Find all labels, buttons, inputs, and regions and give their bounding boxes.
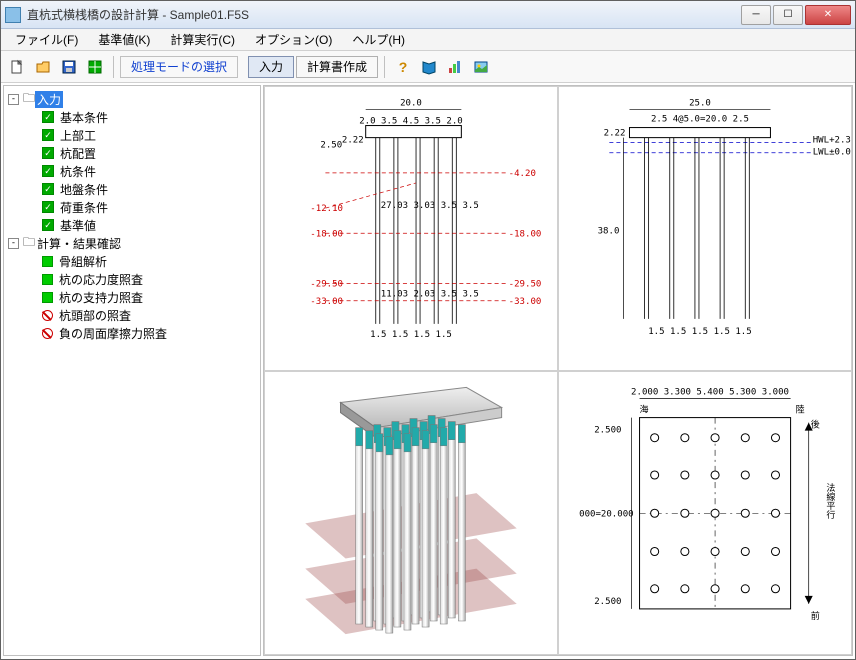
svg-text:2.500: 2.500 bbox=[594, 425, 621, 435]
maximize-button[interactable]: ☐ bbox=[773, 5, 803, 25]
tree-root-result[interactable]: - 🗀 計算・結果確認 bbox=[8, 234, 256, 252]
svg-text:-4.20: -4.20 bbox=[509, 169, 536, 179]
svg-text:海: 海 bbox=[640, 403, 649, 415]
app-icon bbox=[5, 7, 21, 23]
book-icon[interactable] bbox=[417, 55, 441, 79]
window-buttons: ─ ☐ ✕ bbox=[739, 5, 851, 25]
svg-text:2.000 3.300 5.400 5.300 3.00: 2.000 3.300 5.400 5.300 3.000 bbox=[631, 387, 789, 397]
tree-item[interactable]: ✓基本条件 bbox=[8, 108, 256, 126]
menubar: ファイル(F) 基準値(K) 計算実行(C) オプション(O) ヘルプ(H) bbox=[1, 29, 855, 51]
svg-text:1.5 1.5 1.5 1.5 1.5: 1.5 1.5 1.5 1.5 1.5 bbox=[648, 327, 752, 337]
svg-text:-33.00: -33.00 bbox=[310, 297, 343, 307]
tree-item[interactable]: ✓上部工 bbox=[8, 126, 256, 144]
chart-icon[interactable] bbox=[443, 55, 467, 79]
tree-root-input[interactable]: - 🗀 入力 bbox=[8, 90, 256, 108]
status-ok-icon bbox=[42, 292, 53, 303]
status-na-icon bbox=[42, 310, 53, 321]
status-na-icon bbox=[42, 328, 53, 339]
grid-icon[interactable] bbox=[83, 55, 107, 79]
svg-text:2.22: 2.22 bbox=[604, 129, 626, 139]
view-side-elevation[interactable]: 20.0 2.0 3.5 4.5 3.5 2.0 2.50 2.22 bbox=[264, 86, 558, 371]
svg-text:後: 後 bbox=[811, 418, 820, 430]
svg-text:20.0: 20.0 bbox=[400, 98, 422, 108]
check-icon: ✓ bbox=[42, 183, 54, 195]
menu-base[interactable]: 基準値(K) bbox=[90, 29, 158, 50]
collapse-icon[interactable]: - bbox=[8, 94, 19, 105]
svg-text:000=20.000: 000=20.000 bbox=[579, 509, 633, 519]
toolbar: 処理モードの選択 入力 計算書作成 ? bbox=[1, 51, 855, 83]
content-area: - 🗀 入力 ✓基本条件 ✓上部工 ✓杭配置 ✓杭条件 ✓地盤条件 ✓荷重条件 … bbox=[1, 83, 855, 658]
check-icon: ✓ bbox=[42, 147, 54, 159]
view-3d[interactable] bbox=[264, 371, 558, 656]
svg-text:2.22: 2.22 bbox=[342, 136, 364, 146]
menu-option[interactable]: オプション(O) bbox=[247, 29, 340, 50]
status-ok-icon bbox=[42, 274, 53, 285]
report-mode-button[interactable]: 計算書作成 bbox=[296, 56, 378, 78]
tree-item[interactable]: ✓荷重条件 bbox=[8, 198, 256, 216]
tree-item[interactable]: ✓地盤条件 bbox=[8, 180, 256, 198]
svg-text:陸: 陸 bbox=[796, 403, 805, 415]
svg-text:-29.50: -29.50 bbox=[310, 280, 343, 290]
tree-item[interactable]: ✓基準値 bbox=[8, 216, 256, 234]
svg-text:2.0 3.5 4.5 3.5 2.0: 2.0 3.5 4.5 3.5 2.0 bbox=[359, 117, 463, 127]
svg-text:-18.00: -18.00 bbox=[310, 229, 343, 239]
svg-text:38.0: 38.0 bbox=[598, 226, 620, 236]
svg-text:-29.50: -29.50 bbox=[509, 280, 542, 290]
tree-item[interactable]: 骨組解析 bbox=[8, 252, 256, 270]
svg-text:-18.00: -18.00 bbox=[509, 229, 542, 239]
menu-calc[interactable]: 計算実行(C) bbox=[162, 29, 243, 50]
view-grid: 20.0 2.0 3.5 4.5 3.5 2.0 2.50 2.22 bbox=[263, 85, 853, 656]
mode-select-button[interactable]: 処理モードの選択 bbox=[120, 56, 238, 78]
new-file-icon[interactable] bbox=[5, 55, 29, 79]
svg-text:2.500: 2.500 bbox=[594, 596, 621, 606]
tree-item[interactable]: ✓杭条件 bbox=[8, 162, 256, 180]
input-mode-button[interactable]: 入力 bbox=[248, 56, 294, 78]
tree-panel[interactable]: - 🗀 入力 ✓基本条件 ✓上部工 ✓杭配置 ✓杭条件 ✓地盤条件 ✓荷重条件 … bbox=[3, 85, 261, 656]
tree-item[interactable]: 杭頭部の照査 bbox=[8, 306, 256, 324]
svg-text:法線平行: 法線平行 bbox=[824, 482, 836, 520]
svg-text:-33.00: -33.00 bbox=[509, 297, 542, 307]
svg-text:11.03 2.03 3.5 3.5: 11.03 2.03 3.5 3.5 bbox=[381, 290, 479, 300]
help-icon[interactable]: ? bbox=[391, 55, 415, 79]
tree-item[interactable]: 杭の応力度照査 bbox=[8, 270, 256, 288]
check-icon: ✓ bbox=[42, 219, 54, 231]
close-button[interactable]: ✕ bbox=[805, 5, 851, 25]
check-icon: ✓ bbox=[42, 165, 54, 177]
picture-icon[interactable] bbox=[469, 55, 493, 79]
collapse-icon[interactable]: - bbox=[8, 238, 19, 249]
toolbar-separator bbox=[384, 56, 385, 78]
view-plan[interactable]: 2.000 3.300 5.400 5.300 3.000 海 陸 後 bbox=[558, 371, 852, 656]
app-window: 直杭式横桟橋の設計計算 - Sample01.F5S ─ ☐ ✕ ファイル(F)… bbox=[0, 0, 856, 660]
window-title: 直杭式横桟橋の設計計算 - Sample01.F5S bbox=[27, 6, 739, 23]
svg-text:27.03 3.03 3.5 3.5: 27.03 3.03 3.5 3.5 bbox=[381, 201, 479, 211]
minimize-button[interactable]: ─ bbox=[741, 5, 771, 25]
svg-text:前: 前 bbox=[811, 609, 820, 621]
menu-file[interactable]: ファイル(F) bbox=[7, 29, 86, 50]
tree-item[interactable]: 杭の支持力照査 bbox=[8, 288, 256, 306]
check-icon: ✓ bbox=[42, 111, 54, 123]
svg-text:2.50: 2.50 bbox=[320, 141, 342, 151]
svg-text:LWL±0.00: LWL±0.00 bbox=[813, 148, 851, 158]
titlebar: 直杭式横桟橋の設計計算 - Sample01.F5S ─ ☐ ✕ bbox=[1, 1, 855, 29]
svg-text:2.5 4@5.0=20.0 2.5: 2.5 4@5.0=20.0 2.5 bbox=[651, 115, 749, 125]
save-file-icon[interactable] bbox=[57, 55, 81, 79]
check-icon: ✓ bbox=[42, 201, 54, 213]
check-icon: ✓ bbox=[42, 129, 54, 141]
toolbar-separator bbox=[113, 56, 114, 78]
svg-text:HWL+2.36: HWL+2.36 bbox=[813, 136, 851, 146]
tree-item[interactable]: ✓杭配置 bbox=[8, 144, 256, 162]
open-file-icon[interactable] bbox=[31, 55, 55, 79]
svg-text:-12.10: -12.10 bbox=[310, 204, 343, 214]
menu-help[interactable]: ヘルプ(H) bbox=[344, 29, 413, 50]
status-ok-icon bbox=[42, 256, 53, 267]
svg-text:1.5 1.5 1.5 1.5: 1.5 1.5 1.5 1.5 bbox=[370, 330, 452, 340]
tree-item[interactable]: 負の周面摩擦力照査 bbox=[8, 324, 256, 342]
view-front-elevation[interactable]: 25.0 2.5 4@5.0=20.0 2.5 2.22 HWL+2.36 LW… bbox=[558, 86, 852, 371]
svg-text:25.0: 25.0 bbox=[689, 98, 711, 108]
